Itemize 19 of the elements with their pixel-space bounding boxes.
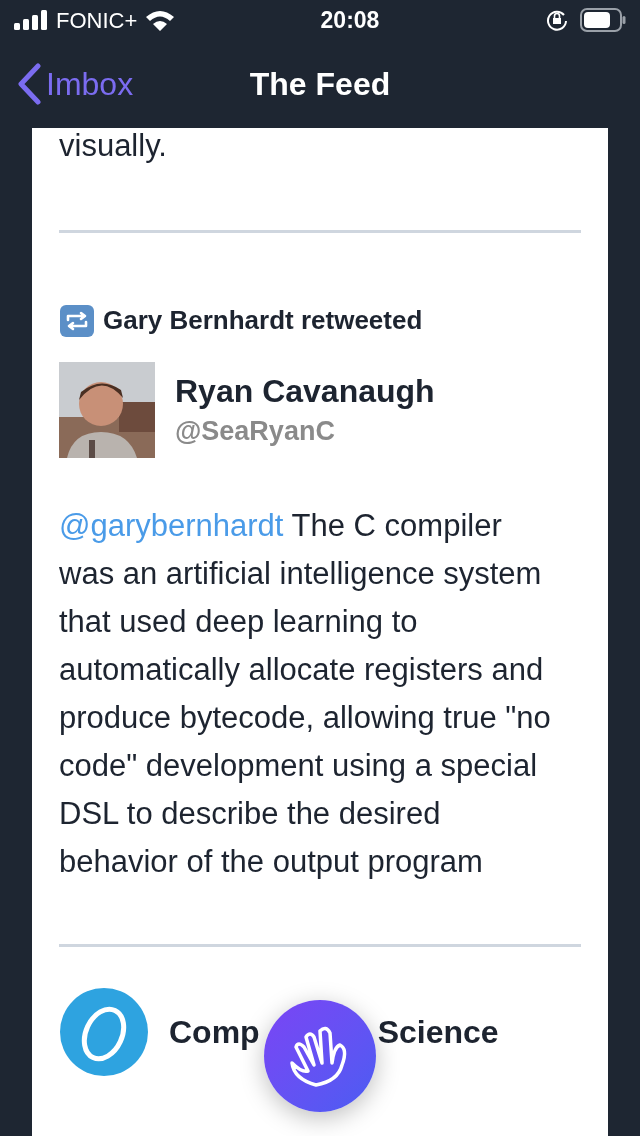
retweet-icon [59,303,95,338]
circle-logo-icon [59,987,149,1077]
wifi-icon [145,9,176,31]
page-title: The Feed [249,65,391,104]
author-name: Ryan Cavanaugh [175,372,435,412]
battery-icon [580,8,626,32]
signal-icon [14,10,48,30]
author-name: Science [377,1013,499,1052]
back-button[interactable]: Imbox [0,60,134,108]
author-handle: @SeaRyanC [175,415,336,449]
clock-time: 20:08 [319,5,381,35]
mention-link[interactable]: @garybernhardt [59,508,284,543]
carrier-name: FONIC+ [56,6,138,35]
chevron-left-icon [16,63,42,105]
retweet-label: Gary Bernhardt retweeted [103,304,423,337]
tweet-text: @garybernhardt The C compiler was an artificial intelligence system that used deep learning to automatically allocate registers and produce bytecode, allowing true "no code" development using a special DSL to describe the desired behavior of the output program [59,507,552,881]
tweet-text: visually. [59,128,168,164]
rotation-lock-icon [546,9,568,31]
author-name: Comp [169,1013,260,1052]
